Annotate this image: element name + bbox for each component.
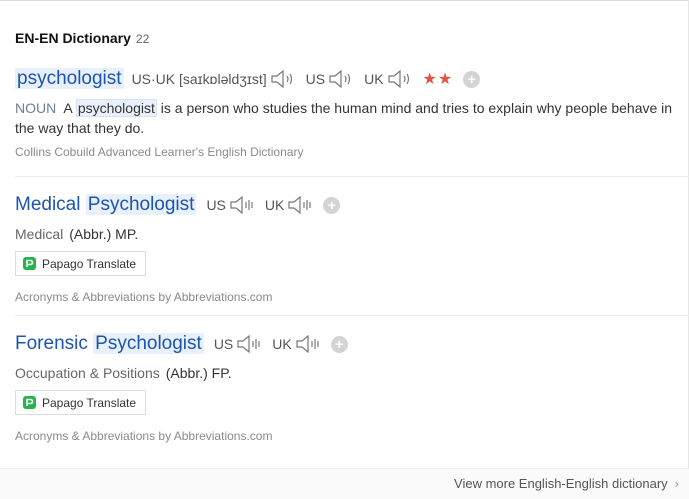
result-count: 22	[135, 32, 150, 46]
papago-translate-label[interactable]: Papago Translate	[42, 257, 136, 271]
dictionary-source: Collins Cobuild Advanced Learner's Engli…	[15, 145, 304, 159]
dictionary-source: Acronyms & Abbreviations by Abbreviation…	[15, 290, 273, 304]
uk-label: UK	[272, 336, 292, 352]
chevron-right-icon: ›	[674, 476, 679, 491]
meaning: Medical (Abbr.) MP.	[15, 226, 689, 242]
speaker-us-icon[interactable]	[229, 195, 255, 215]
speaker-uk-icon[interactable]	[295, 334, 321, 354]
speaker-us-icon[interactable]	[236, 334, 262, 354]
definition: NOUN A psychologist is a person who stud…	[15, 98, 675, 138]
entry-medical-psychologist: Medical Psychologist US UK + Medical (Ab…	[15, 192, 689, 304]
papago-icon	[23, 396, 36, 409]
category-label: Medical	[15, 226, 64, 242]
entry-psychologist: psychologist US·UK [saɪkɒləldʒɪst] US UK…	[15, 66, 689, 159]
top-border	[0, 0, 689, 1]
papago-icon	[23, 257, 36, 270]
papago-translate-label[interactable]: Papago Translate	[42, 396, 136, 410]
add-to-wordbook-icon[interactable]: +	[463, 70, 481, 88]
speaker-uk-icon[interactable]	[287, 195, 313, 215]
section-title: EN-EN Dictionary	[15, 30, 131, 46]
divider	[15, 176, 689, 177]
footer-bar: View more English-English dictionary ›	[0, 468, 689, 499]
headword-link[interactable]: Medical Psychologist	[15, 194, 197, 216]
divider	[15, 315, 689, 316]
frequency-stars: ★★	[422, 71, 454, 88]
abbreviation: (Abbr.) FP.	[165, 365, 232, 381]
definition-highlight: psychologist	[75, 99, 157, 117]
speaker-icon[interactable]	[270, 69, 296, 89]
papago-translate-button[interactable]: Papago Translate	[15, 390, 147, 415]
view-more-link[interactable]: View more English-English dictionary ›	[454, 476, 679, 491]
add-to-wordbook-icon[interactable]: +	[330, 335, 348, 353]
uk-label: UK	[264, 197, 285, 213]
category-label: Occupation & Positions	[15, 365, 160, 381]
papago-translate-button[interactable]: Papago Translate	[15, 251, 147, 276]
definition-text-pre: A	[63, 100, 72, 116]
dictionary-source: Acronyms & Abbreviations by Abbreviation…	[15, 429, 273, 443]
entry-forensic-psychologist: Forensic Psychologist US UK + Occupation…	[15, 331, 689, 443]
us-label: US	[305, 71, 326, 87]
add-to-wordbook-icon[interactable]: +	[323, 196, 341, 214]
headword-link[interactable]: Forensic Psychologist	[15, 333, 204, 355]
us-label: US	[206, 197, 226, 213]
part-of-speech: NOUN	[15, 100, 57, 116]
abbreviation: (Abbr.) MP.	[69, 226, 139, 242]
meaning: Occupation & Positions (Abbr.) FP.	[15, 365, 689, 381]
speaker-uk-icon[interactable]	[387, 69, 413, 89]
us-label: US	[213, 336, 234, 352]
speaker-us-icon[interactable]	[328, 69, 354, 89]
headword-link[interactable]: psychologist	[15, 68, 124, 90]
uk-label: UK	[364, 71, 384, 87]
pronunciation-label: US·UK [saɪkɒləldʒɪst]	[131, 71, 267, 87]
section-header: EN-EN Dictionary 22	[15, 30, 149, 46]
view-more-label[interactable]: View more English-English dictionary	[454, 476, 668, 491]
